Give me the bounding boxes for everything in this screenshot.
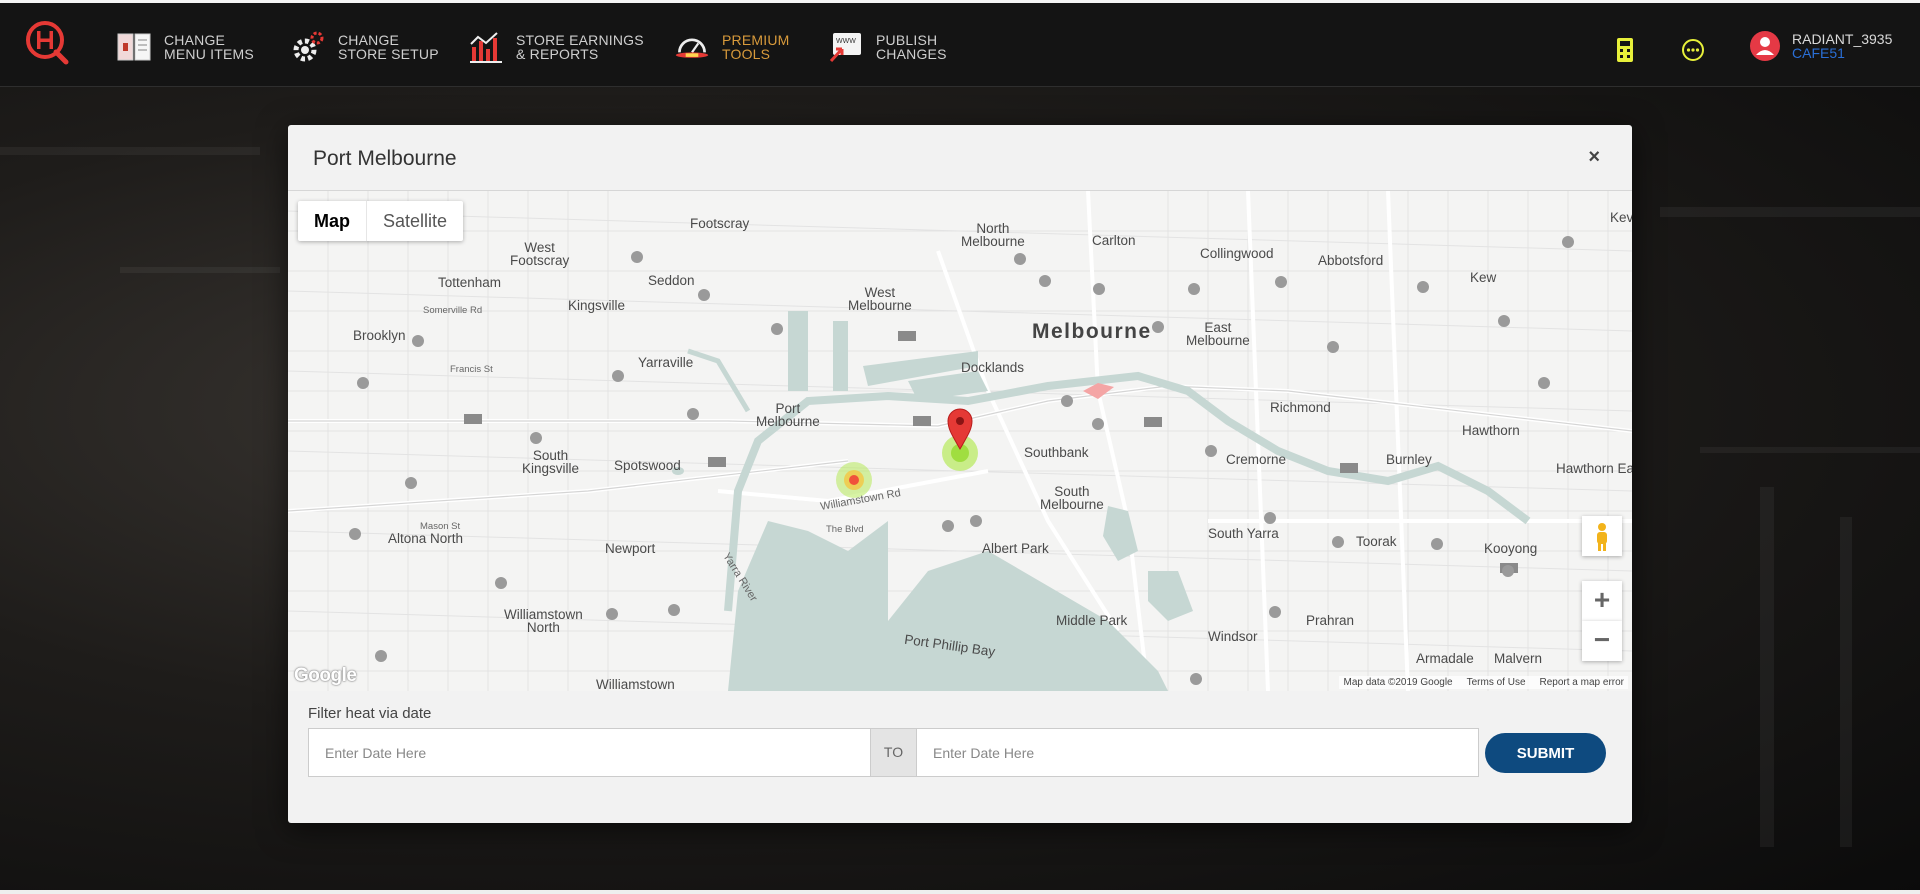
nav-label-line2: TOOLS [722, 46, 771, 62]
map-label: Richmond [1270, 400, 1331, 415]
heatmap-modal: Port Melbourne × Map Satellite Footscray… [288, 125, 1632, 823]
nav-label-line2: & REPORTS [516, 46, 599, 62]
modal-header: Port Melbourne × [288, 125, 1632, 191]
map-label: Kew [1470, 270, 1497, 285]
menu-book-icon [117, 33, 151, 61]
bar-chart-icon [470, 32, 502, 63]
map-label: Toorak [1356, 534, 1397, 549]
nav-label-line1: CHANGE [338, 32, 400, 48]
nav-store-earnings-reports[interactable]: STORE EARNINGS & REPORTS [468, 27, 644, 67]
map-label: Seddon [648, 273, 695, 288]
map-label: Williamstown [596, 677, 675, 691]
map-label: Altona North [388, 531, 464, 546]
map-label: South Melbourne [1040, 484, 1104, 512]
map-label: Footscray [690, 216, 750, 231]
end-date-input[interactable] [916, 728, 1479, 777]
map-label: Southbank [1024, 445, 1089, 460]
map-base-layer [288, 191, 1632, 691]
app-logo-icon[interactable] [24, 19, 70, 65]
map-label: Mason St [420, 521, 461, 532]
nav-label-line1: PUBLISH [876, 32, 938, 48]
map-label: Middle Park [1056, 613, 1128, 628]
user-avatar-icon [1750, 31, 1780, 61]
map-label: Carlton [1092, 233, 1136, 248]
map-label: Kingsville [568, 298, 626, 313]
map-label: South Kingsville [522, 448, 580, 476]
nav-change-store-setup[interactable]: CHANGE STORE SETUP [290, 27, 439, 67]
top-navigation-bar: CHANGE MENU ITEMS CHANGE STORE SETUP STO… [0, 0, 1920, 87]
map-label: Francis St [450, 364, 493, 375]
svg-text:www: www [836, 38, 856, 45]
map-type-control: Map Satellite [298, 201, 464, 241]
map-label: Malvern [1494, 651, 1543, 666]
map-type-map-button[interactable]: Map [298, 201, 367, 241]
map-data-credit: Map data ©2019 Google [1343, 677, 1453, 688]
to-separator: TO [871, 728, 916, 777]
map-label: Yarraville [638, 355, 694, 370]
nav-label-line2: CHANGES [876, 46, 947, 62]
map-label: Somerville Rd [423, 305, 483, 316]
terms-of-use-link[interactable]: Terms of Use [1467, 677, 1526, 688]
street-view-pegman-icon[interactable] [1582, 516, 1622, 556]
user-name: RADIANT_3935 [1792, 31, 1893, 47]
nav-publish-changes[interactable]: www PUBLISH CHANGES [828, 27, 947, 67]
map-label: The Blvd [826, 524, 864, 535]
map-label: Kev [1610, 210, 1632, 225]
user-account-menu[interactable]: RADIANT_3935 CAFE51 [1750, 31, 1892, 61]
map-label: Tottenham [438, 275, 502, 290]
map-label: Hawthorn [1462, 423, 1520, 438]
zoom-in-button[interactable]: + [1582, 581, 1622, 621]
map-label: Brooklyn [353, 328, 406, 343]
map-label: Melbourne [1032, 320, 1152, 343]
nav-label-line2: STORE SETUP [338, 46, 439, 62]
date-range-row: TO [308, 728, 1479, 777]
report-map-error-link[interactable]: Report a map error [1540, 677, 1624, 688]
calculator-icon[interactable] [1613, 36, 1637, 64]
nav-label-line1: PREMIUM [722, 32, 790, 48]
map-label: Burnley [1386, 452, 1432, 467]
map-attribution: Map data ©2019 Google Terms of Use Repor… [1339, 676, 1628, 689]
map-view[interactable]: Map Satellite Footscray West Footscray T… [288, 191, 1632, 691]
web-publish-icon: www [829, 33, 861, 63]
speedometer-icon [675, 38, 709, 58]
store-name: CAFE51 [1792, 45, 1845, 61]
google-logo: Google [294, 665, 357, 686]
nav-premium-tools[interactable]: PREMIUM TOOLS [674, 27, 790, 67]
nav-label-line2: MENU ITEMS [164, 46, 254, 62]
start-date-input[interactable] [308, 728, 871, 777]
bottom-edge [0, 890, 1920, 894]
map-label: Abbotsford [1318, 253, 1384, 268]
gear-icon [293, 31, 324, 62]
map-label: Albert Park [982, 541, 1049, 556]
modal-title: Port Melbourne [313, 147, 457, 170]
map-label: East Melbourne [1186, 320, 1250, 348]
nav-label-line1: CHANGE [164, 32, 226, 48]
more-options-icon[interactable] [1681, 36, 1705, 64]
map-label: South Yarra [1208, 526, 1279, 541]
map-label: Docklands [961, 360, 1025, 375]
close-button[interactable]: × [1588, 147, 1600, 167]
submit-button[interactable]: SUBMIT [1485, 733, 1606, 773]
map-label: Collingwood [1200, 246, 1274, 261]
map-label: Williamstown North [504, 607, 583, 635]
map-label: West Melbourne [848, 285, 912, 313]
zoom-out-button[interactable]: − [1582, 621, 1622, 661]
map-label: Kooyong [1484, 541, 1538, 556]
map-label: Windsor [1208, 629, 1258, 644]
map-label: Prahran [1306, 613, 1355, 628]
map-type-satellite-button[interactable]: Satellite [367, 201, 463, 241]
nav-label-line1: STORE EARNINGS [516, 32, 644, 48]
map-label: Armadale [1416, 651, 1474, 666]
map-label: Hawthorn Ea [1556, 461, 1632, 476]
filter-heat-label: Filter heat via date [308, 705, 432, 722]
map-label: Cremorne [1226, 452, 1287, 467]
map-label: West Footscray [510, 240, 570, 268]
map-label: Newport [605, 541, 656, 556]
map-label: Spotswood [614, 458, 681, 473]
map-label: Port Melbourne [756, 401, 820, 429]
nav-change-menu-items[interactable]: CHANGE MENU ITEMS [116, 27, 254, 67]
map-label: North Melbourne [961, 221, 1025, 249]
